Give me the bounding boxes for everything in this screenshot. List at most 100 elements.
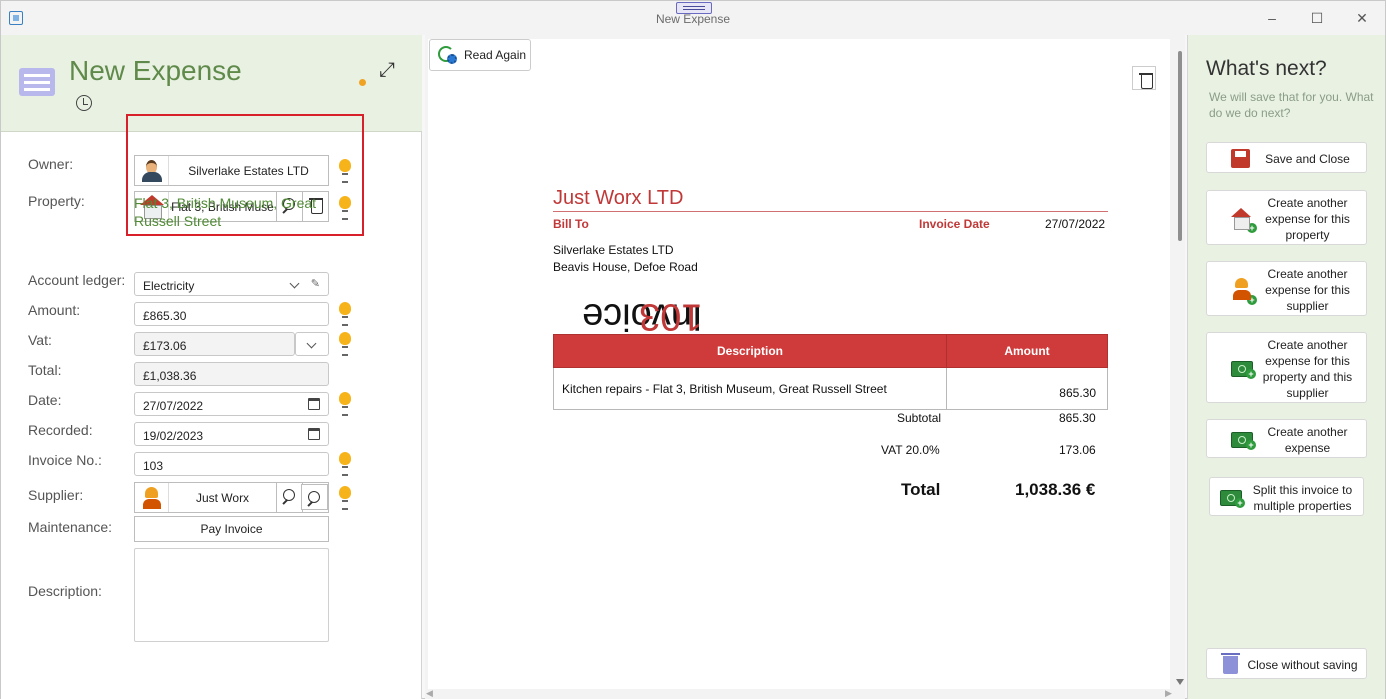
bill-to-name: Silverlake Estates LTD bbox=[553, 243, 674, 257]
whats-next-title: What's next? bbox=[1206, 57, 1327, 80]
money-add-icon: + bbox=[1231, 432, 1256, 450]
whats-next-panel: What's next? We will save that for you. … bbox=[1187, 35, 1385, 699]
invoice-no-input[interactable]: 103 bbox=[134, 452, 329, 476]
invoice-table: Description Amount Kitchen repairs - Fla… bbox=[553, 334, 1108, 410]
vat-input[interactable]: £173.06 bbox=[134, 332, 295, 356]
table-header: Description bbox=[553, 334, 947, 368]
scroll-right-arrow[interactable]: ▶ bbox=[1165, 688, 1172, 699]
owner-value: Silverlake Estates LTD bbox=[188, 163, 309, 178]
new-expense-property-supplier-button[interactable]: + Create another expense for this proper… bbox=[1206, 332, 1367, 403]
edit-icon[interactable]: ✎ bbox=[311, 277, 320, 290]
maximize-button[interactable]: ☐ bbox=[1294, 7, 1340, 29]
property-address: Flat 3, British Museum, Great Russell St… bbox=[134, 195, 317, 229]
split-invoice-button[interactable]: + Split this invoice to multiple propert… bbox=[1209, 477, 1364, 516]
divider bbox=[553, 211, 1108, 212]
calendar-icon[interactable] bbox=[308, 398, 320, 410]
vat-summary-label: VAT 20.0% bbox=[881, 443, 940, 457]
save-icon bbox=[1231, 149, 1250, 168]
recorded-value: 19/02/2023 bbox=[143, 429, 204, 443]
delete-document-button[interactable] bbox=[1132, 66, 1156, 90]
account-ledger-dropdown[interactable]: Electricity ✎ bbox=[134, 272, 329, 296]
whats-next-subtitle: We will save that for you. What do we do… bbox=[1209, 90, 1374, 120]
table-header: Amount bbox=[946, 334, 1108, 368]
account-ledger-value: Electricity bbox=[143, 279, 195, 293]
scroll-down-arrow[interactable] bbox=[1176, 679, 1184, 685]
vat-summary-value: 173.06 bbox=[1059, 443, 1096, 457]
money-add-icon: + bbox=[1231, 361, 1256, 379]
save-and-close-button[interactable]: Save and Close bbox=[1206, 142, 1367, 173]
lightbulb-icon[interactable] bbox=[338, 452, 352, 476]
supplier-label: Supplier: bbox=[28, 487, 84, 503]
close-button[interactable]: ✕ bbox=[1339, 7, 1385, 29]
date-picker[interactable]: 27/07/2022 bbox=[134, 392, 329, 416]
expense-icon bbox=[19, 68, 55, 96]
lightbulb-icon[interactable] bbox=[338, 302, 352, 326]
owner-picker[interactable]: Silverlake Estates LTD bbox=[134, 155, 329, 186]
amount-label: Amount: bbox=[28, 302, 81, 318]
bill-to-label: Bill To bbox=[553, 217, 589, 231]
action-label: Save and Close bbox=[1265, 152, 1350, 166]
subtotal-value: 865.30 bbox=[1059, 411, 1096, 425]
expand-icon[interactable]: ⤢ bbox=[379, 59, 395, 82]
house-add-icon: + bbox=[1231, 208, 1257, 233]
description-label: Description: bbox=[28, 583, 102, 599]
title-bar: New Expense – ☐ ✕ bbox=[1, 1, 1385, 35]
grand-total-label: Total bbox=[901, 480, 941, 499]
gear-icon bbox=[447, 54, 457, 64]
search-icon[interactable] bbox=[276, 483, 302, 512]
action-label: Close without saving bbox=[1247, 658, 1358, 672]
new-expense-supplier-button[interactable]: + Create another expense for this suppli… bbox=[1206, 261, 1367, 316]
date-label: Date: bbox=[28, 392, 62, 408]
action-label: Split this invoice to multiple propertie… bbox=[1252, 483, 1353, 513]
property-label: Property: bbox=[28, 193, 85, 209]
vat-label: Vat: bbox=[28, 332, 52, 348]
grand-total-value: 1,038.36 € bbox=[1015, 480, 1096, 499]
chevron-down-icon bbox=[306, 338, 317, 349]
new-expense-button[interactable]: + Create another expense bbox=[1206, 419, 1367, 458]
maintenance-search-button[interactable] bbox=[301, 484, 328, 510]
invoice-no-label: Invoice No.: bbox=[28, 452, 102, 468]
pay-invoice-button[interactable]: Pay Invoice bbox=[134, 516, 329, 542]
vat-rate-dropdown[interactable] bbox=[295, 332, 329, 356]
lightbulb-icon[interactable] bbox=[338, 159, 352, 183]
history-icon[interactable] bbox=[76, 95, 92, 111]
read-again-label: Read Again bbox=[464, 48, 527, 62]
page-title: New Expense bbox=[69, 55, 242, 86]
invoice-date-label: Invoice Date bbox=[919, 217, 990, 231]
total-label: Total: bbox=[28, 362, 62, 378]
lightbulb-icon[interactable] bbox=[338, 332, 352, 356]
amount-input[interactable]: £865.30 bbox=[134, 302, 329, 326]
description-textarea[interactable] bbox=[134, 548, 329, 642]
supplier-picker[interactable]: Just Worx bbox=[134, 482, 329, 513]
vertical-scrollbar[interactable] bbox=[1175, 39, 1185, 689]
lightbulb-icon[interactable] bbox=[338, 486, 352, 510]
person-icon bbox=[135, 156, 169, 185]
money-add-icon: + bbox=[1220, 490, 1245, 508]
read-again-button[interactable]: Read Again bbox=[429, 39, 531, 71]
invoice-vertical-title: Invoice 103 bbox=[473, 154, 702, 359]
subtotal-label: Subtotal bbox=[897, 411, 942, 425]
recorded-label: Recorded: bbox=[28, 422, 93, 438]
minimize-button[interactable]: – bbox=[1249, 7, 1295, 29]
calendar-icon[interactable] bbox=[308, 428, 320, 440]
close-without-saving-button[interactable]: Close without saving bbox=[1206, 648, 1367, 679]
recorded-date-picker[interactable]: 19/02/2023 bbox=[134, 422, 329, 446]
line-description: Kitchen repairs - Flat 3, British Museum… bbox=[553, 367, 947, 410]
new-expense-property-button[interactable]: + Create another expense for this proper… bbox=[1206, 190, 1367, 245]
worker-icon bbox=[135, 483, 169, 512]
scrollbar-thumb[interactable] bbox=[1178, 51, 1182, 241]
chevron-down-icon bbox=[289, 278, 300, 289]
supplier-value: Just Worx bbox=[195, 490, 250, 505]
app-window: New Expense – ☐ ✕ New Expense ⤢ Owner: P… bbox=[0, 0, 1386, 699]
bill-to-address: Beavis House, Defoe Road bbox=[553, 260, 698, 274]
table-row: Kitchen repairs - Flat 3, British Museum… bbox=[553, 367, 1108, 410]
company-name: Just Worx LTD bbox=[553, 187, 684, 209]
date-value: 27/07/2022 bbox=[143, 399, 204, 413]
account-ledger-label: Account ledger: bbox=[28, 272, 126, 288]
action-label: Create another expense bbox=[1267, 425, 1348, 455]
scroll-left-arrow[interactable]: ◀ bbox=[426, 688, 433, 699]
action-label: Create another expense for this property bbox=[1265, 196, 1350, 242]
action-label: Create another expense for this supplier bbox=[1265, 267, 1350, 313]
action-label: Create another expense for this property… bbox=[1262, 338, 1353, 400]
lightbulb-icon[interactable] bbox=[338, 392, 352, 416]
